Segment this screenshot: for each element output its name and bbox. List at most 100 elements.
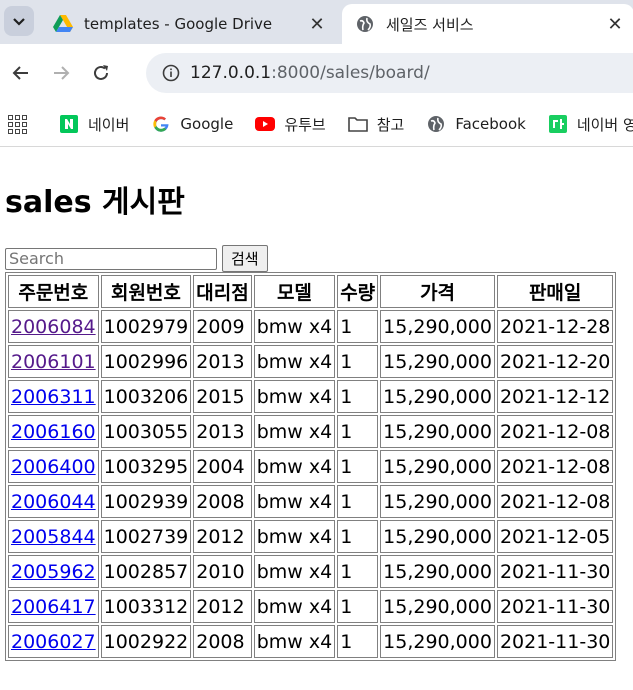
price-cell: 15,290,000 (380, 345, 495, 378)
price-cell: 15,290,000 (380, 590, 495, 623)
order-number-cell: 2006101 (8, 345, 99, 378)
price-cell: 15,290,000 (380, 555, 495, 588)
order-number-cell: 2006311 (8, 380, 99, 413)
order-number-link[interactable]: 2005844 (11, 526, 96, 548)
tab-title: 세일즈 서비스 (386, 15, 474, 34)
sale-date-cell: 2021-12-08 (496, 415, 614, 448)
tab-search-button[interactable] (4, 6, 34, 36)
table-row: 2006101 1002996 2013 bmw x4 1 15,290,000 2021-… (8, 345, 614, 378)
order-number-link[interactable]: 2006417 (11, 596, 96, 618)
bookmark-label: 참고 (376, 115, 405, 134)
dealer-cell: 2012 (193, 520, 252, 553)
price-cell: 15,290,000 (380, 625, 495, 658)
tab-title: templates - Google Drive (84, 15, 273, 33)
order-number-cell: 2006417 (8, 590, 99, 623)
quantity-cell: 1 (337, 380, 379, 413)
dealer-cell: 2013 (193, 345, 252, 378)
page-title: sales 게시판 (5, 185, 185, 220)
forward-button[interactable] (41, 53, 81, 93)
arrow-left-icon (12, 66, 28, 80)
tab-sales-service[interactable]: 세일즈 서비스 ✕ (342, 4, 633, 44)
sale-date-cell: 2021-12-20 (496, 345, 614, 378)
order-number-cell: 2006084 (8, 310, 99, 343)
back-button[interactable] (1, 53, 41, 93)
sale-date-cell: 2021-11-30 (496, 555, 614, 588)
model-cell: bmw x4 (253, 415, 336, 448)
bookmark-facebook[interactable]: Facebook (426, 114, 526, 134)
naver-dict-icon (548, 114, 568, 134)
quantity-cell: 1 (337, 555, 379, 588)
reload-icon (94, 65, 108, 80)
column-header-member-no: 회원번호 (100, 275, 192, 308)
bookmark-naver[interactable]: 네이버 (59, 114, 129, 135)
order-number-link[interactable]: 2006400 (11, 456, 96, 478)
price-cell: 15,290,000 (380, 450, 495, 483)
bookmark-label: Facebook (455, 115, 526, 133)
bookmark-youtube[interactable]: 유투브 (255, 114, 326, 135)
quantity-cell: 1 (337, 520, 379, 553)
table-row: 2006027 1002922 2008 bmw x4 1 15,290,000 2021-… (8, 625, 614, 658)
youtube-icon (255, 114, 276, 134)
bookmark-google[interactable]: Google (151, 114, 233, 134)
naver-icon (59, 114, 79, 134)
apps-grid-icon[interactable] (8, 113, 27, 135)
member-number-cell: 1002922 (100, 625, 192, 658)
page-content: sales 게시판 검색 주문번호 회원번호 대리점 모델 수량 가격 판매일 … (0, 177, 633, 661)
sale-date-cell: 2021-12-08 (496, 485, 614, 518)
chevron-down-icon (13, 18, 25, 26)
order-number-cell: 2006044 (8, 485, 99, 518)
search-form: 검색 (5, 245, 628, 272)
sale-date-cell: 2021-11-30 (496, 590, 614, 623)
member-number-cell: 1002939 (100, 485, 192, 518)
google-icon (151, 114, 171, 134)
member-number-cell: 1002739 (100, 520, 192, 553)
table-row: 2006417 1003312 2012 bmw x4 1 15,290,000 2021-… (8, 590, 614, 623)
order-number-cell: 2005844 (8, 520, 99, 553)
model-cell: bmw x4 (253, 310, 336, 343)
member-number-cell: 1003312 (100, 590, 192, 623)
quantity-cell: 1 (337, 485, 379, 518)
bookmark-naver-dict[interactable]: 네이버 영 (548, 114, 633, 135)
close-tab-icon[interactable]: ✕ (602, 14, 628, 35)
order-number-link[interactable]: 2006027 (11, 631, 96, 653)
model-cell: bmw x4 (253, 345, 336, 378)
order-number-link[interactable]: 2005962 (11, 561, 96, 583)
table-row: 2006311 1003206 2015 bmw x4 1 15,290,000 2021-… (8, 380, 614, 413)
table-row: 2006044 1002939 2008 bmw x4 1 15,290,000 2021-… (8, 485, 614, 518)
order-number-link[interactable]: 2006044 (11, 491, 96, 513)
quantity-cell: 1 (337, 625, 379, 658)
model-cell: bmw x4 (253, 450, 336, 483)
close-tab-icon[interactable]: ✕ (304, 14, 330, 35)
price-cell: 15,290,000 (380, 415, 495, 448)
table-row: 2005962 1002857 2010 bmw x4 1 15,290,000 2021-… (8, 555, 614, 588)
browser-toolbar: 127.0.0.1:8000/sales/board/ (0, 44, 633, 102)
order-number-link[interactable]: 2006160 (11, 421, 96, 443)
member-number-cell: 1002979 (100, 310, 192, 343)
order-number-link[interactable]: 2006101 (11, 351, 96, 373)
dealer-cell: 2013 (193, 415, 252, 448)
quantity-cell: 1 (337, 345, 379, 378)
sale-date-cell: 2021-11-30 (496, 625, 614, 658)
table-row: 2006084 1002979 2009 bmw x4 1 15,290,000 2021-… (8, 310, 614, 343)
sale-date-cell: 2021-12-12 (496, 380, 614, 413)
address-bar[interactable]: 127.0.0.1:8000/sales/board/ (146, 53, 633, 93)
order-number-link[interactable]: 2006311 (11, 386, 96, 408)
bookmark-label: 네이버 (88, 115, 130, 134)
site-info-icon[interactable] (152, 64, 190, 82)
model-cell: bmw x4 (253, 380, 336, 413)
bookmark-folder-reference[interactable]: 참고 (347, 114, 405, 135)
search-button[interactable]: 검색 (222, 245, 268, 272)
search-input[interactable] (5, 247, 217, 270)
arrow-right-icon (54, 66, 70, 80)
quantity-cell: 1 (337, 310, 379, 343)
tab-google-drive[interactable]: templates - Google Drive ✕ (40, 4, 336, 44)
bookmark-label: Google (180, 115, 234, 133)
tab-strip: templates - Google Drive ✕ 세일즈 서비스 ✕ (0, 0, 633, 44)
reload-button[interactable] (81, 53, 121, 93)
order-number-link[interactable]: 2006084 (11, 316, 96, 338)
bookmark-label: 유투브 (284, 115, 326, 134)
quantity-cell: 1 (337, 590, 379, 623)
order-number-cell: 2006027 (8, 625, 99, 658)
column-header-dealer: 대리점 (193, 275, 252, 308)
quantity-cell: 1 (337, 415, 379, 448)
